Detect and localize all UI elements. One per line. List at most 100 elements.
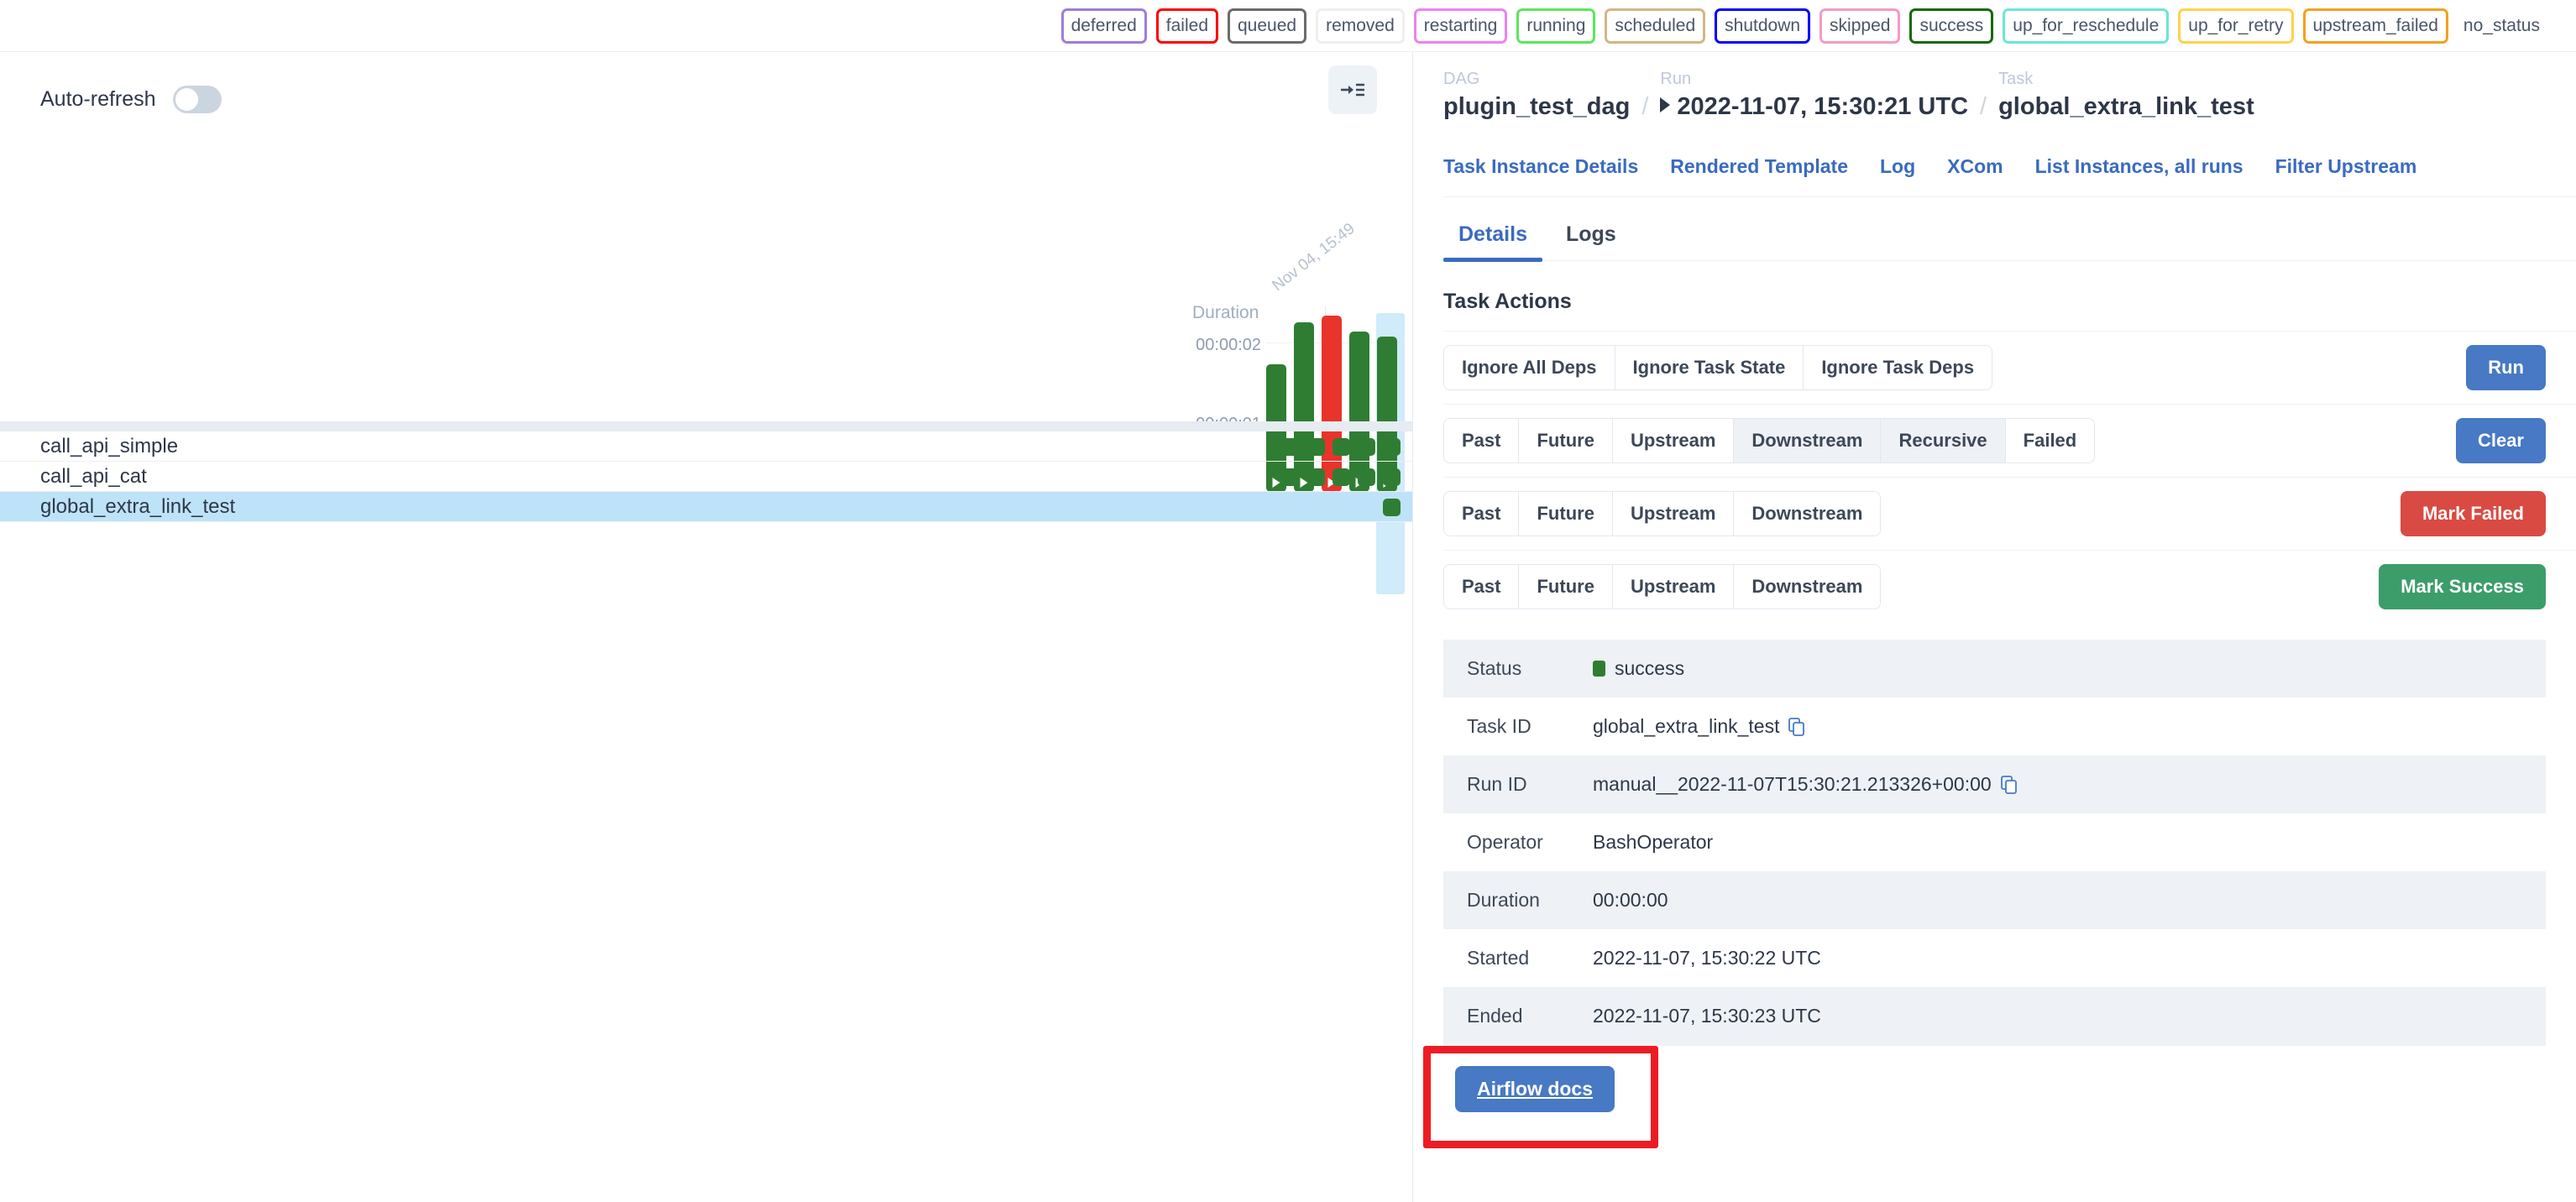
breadcrumb-run-value-wrap: 2022-11-07, 15:30:21 UTC [1660,91,1968,122]
breadcrumb-run-kicker: Run [1660,67,1968,91]
tab-logs[interactable]: Logs [1551,216,1631,260]
grid-toolbar: Auto-refresh [0,52,1412,124]
task-instance-square-success[interactable] [1358,438,1375,456]
detail-key: Run ID [1443,773,1593,796]
option-ignore-task-state[interactable]: Ignore Task State [1615,346,1804,389]
legend-chip-scheduled[interactable]: scheduled [1605,8,1705,44]
breadcrumb-separator-1: / [1630,93,1660,122]
legend-chip-skipped[interactable]: skipped [1819,8,1900,44]
task-instance-square-success[interactable] [1307,438,1325,456]
task-row[interactable]: call_api_cat [0,462,1412,492]
task-actions-heading: Task Actions [1443,290,2576,314]
option-future[interactable]: Future [1519,565,1612,609]
legend-chip-success[interactable]: success [1909,8,1993,44]
option-failed[interactable]: Failed [2006,419,2095,463]
detail-value: 2022-11-07, 15:30:22 UTC [1593,947,1821,969]
collapse-panel-icon[interactable] [1328,65,1377,114]
option-recursive[interactable]: Recursive [1881,419,2005,463]
option-downstream[interactable]: Downstream [1734,492,1880,536]
legend-chip-deferred[interactable]: deferred [1061,8,1147,44]
legend-chip-removed[interactable]: removed [1316,8,1405,44]
task-row-label: call_api_simple [40,435,178,458]
option-past[interactable]: Past [1444,419,1519,463]
y-tick-2: 00:00:02 [1152,336,1261,355]
option-upstream[interactable]: Upstream [1613,419,1734,463]
mark-success-button[interactable]: Mark Success [2379,564,2546,609]
task-instance-square-none [1358,499,1375,516]
option-upstream[interactable]: Upstream [1613,492,1734,536]
airflow-docs-section: Airflow docs [1443,1056,2576,1112]
legend-chip-up_for_retry[interactable]: up_for_retry [2178,8,2293,44]
task-instance-square-success[interactable] [1383,468,1401,486]
task-instance-square-success[interactable] [1383,438,1401,456]
task-instance-square-success[interactable] [1358,468,1375,486]
task-row-label: call_api_cat [40,465,147,489]
option-ignore-task-deps[interactable]: Ignore Task Deps [1804,346,1992,389]
extra-link-xcom[interactable]: XCom [1947,155,2003,178]
legend-chip-failed[interactable]: failed [1156,8,1218,44]
extra-link-log[interactable]: Log [1880,155,1915,178]
clear-button[interactable]: Clear [2456,418,2546,463]
breadcrumb-dag[interactable]: DAG plugin_test_dag [1443,67,1630,122]
extra-link-filter-upstream[interactable]: Filter Upstream [2275,155,2417,178]
option-ignore-all-deps[interactable]: Ignore All Deps [1444,346,1615,389]
detail-key: Duration [1443,889,1593,912]
detail-value-text: BashOperator [1593,831,1713,854]
task-instance-square-success[interactable] [1307,468,1325,486]
legend-chip-restarting[interactable]: restarting [1414,8,1508,44]
task-row[interactable]: global_extra_link_test [0,492,1412,522]
details-tab-bar: DetailsLogs [1443,197,2576,261]
detail-value: 2022-11-07, 15:30:23 UTC [1593,1005,1821,1027]
task-row[interactable]: call_api_simple [0,431,1412,462]
task-action-rows: Ignore All DepsIgnore Task StateIgnore T… [1443,331,2576,623]
option-past[interactable]: Past [1444,565,1519,609]
detail-value: BashOperator [1593,831,1713,854]
option-future[interactable]: Future [1519,492,1612,536]
breadcrumb-task[interactable]: Task global_extra_link_test [1998,67,2254,122]
detail-key: Task ID [1443,715,1593,738]
extra-links-row: Task Instance Details Rendered Template Lo… [1443,133,2576,197]
task-instance-square-success[interactable] [1383,499,1401,516]
airflow-docs-button[interactable]: Airflow docs [1455,1066,1615,1112]
legend-chip-shutdown[interactable]: shutdown [1715,8,1810,44]
detail-row: Task IDglobal_extra_link_test [1443,698,2546,755]
task-instance-square-success[interactable] [1282,438,1300,456]
extra-link-task-instance-details[interactable]: Task Instance Details [1443,155,1638,178]
task-instance-square-success[interactable] [1333,468,1350,486]
copy-icon[interactable] [1788,718,1805,736]
detail-value-text: 00:00:00 [1593,889,1668,912]
detail-key: Operator [1443,831,1593,854]
breadcrumb-run-value: 2022-11-07, 15:30:21 UTC [1677,93,1968,120]
option-downstream[interactable]: Downstream [1734,419,1881,463]
task-instance-squares [1282,468,1401,486]
option-future[interactable]: Future [1519,419,1612,463]
option-upstream[interactable]: Upstream [1613,565,1734,609]
detail-value: manual__2022-11-07T15:30:21.213326+00:00 [1593,773,2018,796]
detail-value: global_extra_link_test [1593,715,1805,738]
run-button[interactable]: Run [2466,345,2546,390]
detail-key: Started [1443,947,1593,969]
legend-chip-queued[interactable]: queued [1228,8,1306,44]
legend-chip-no_status[interactable]: no_status [2458,8,2546,44]
breadcrumb-run[interactable]: Run 2022-11-07, 15:30:21 UTC [1660,67,1968,122]
extra-link-rendered-template[interactable]: Rendered Template [1670,155,1848,178]
auto-refresh-toggle[interactable] [173,86,222,113]
grid-panel: Auto-refresh Duration 00:00:02 00:00:01 … [0,52,1412,1202]
copy-icon[interactable] [2001,776,2018,794]
legend-chip-running[interactable]: running [1516,8,1595,44]
legend-chip-up_for_reschedule[interactable]: up_for_reschedule [2003,8,2169,44]
task-instance-square-success[interactable] [1282,468,1300,486]
task-action-option-group: PastFutureUpstreamDownstreamRecursiveFai… [1443,418,2095,463]
legend-chip-upstream_failed[interactable]: upstream_failed [2303,8,2448,44]
task-instance-square-none [1333,499,1350,516]
auto-refresh-label: Auto-refresh [40,87,156,112]
option-downstream[interactable]: Downstream [1734,565,1880,609]
extra-link-list-instances-all-runs[interactable]: List Instances, all runs [2035,155,2244,178]
breadcrumb-dag-value: plugin_test_dag [1443,91,1630,122]
main-split: Auto-refresh Duration 00:00:02 00:00:01 … [0,52,2576,1202]
tab-details[interactable]: Details [1443,216,1542,260]
option-past[interactable]: Past [1444,492,1519,536]
mark-failed-button[interactable]: Mark Failed [2401,491,2546,536]
task-instance-square-success[interactable] [1333,438,1350,456]
breadcrumb: DAG plugin_test_dag / Run 2022-11-07, 15… [1443,52,2576,122]
